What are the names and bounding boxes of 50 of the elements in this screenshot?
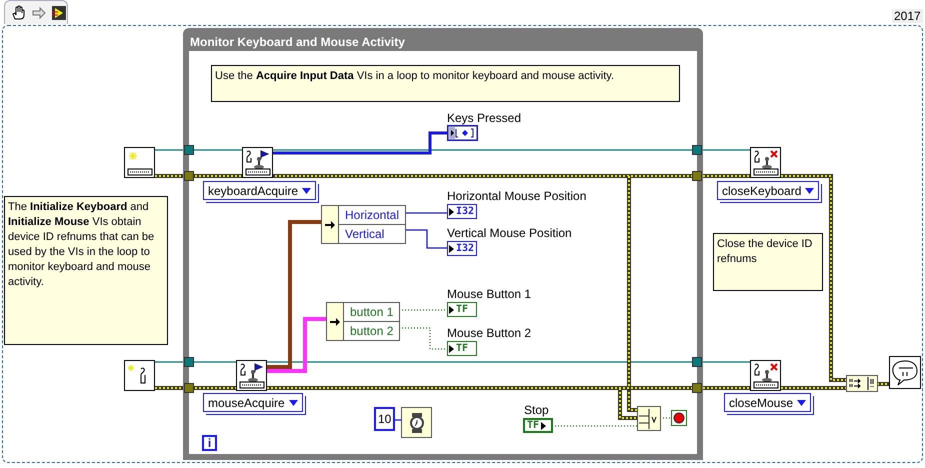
field-label: Horizontal [339,206,406,225]
arrow-icon[interactable] [31,4,47,20]
indicator-label: Vertical Mouse Position [447,226,572,240]
tunnel [692,145,702,155]
comment-note: Use the Acquire Input Data VIs in a loop to monitor keyboard and mouse activity. [211,65,680,102]
indicator-label: Mouse Button 2 [447,326,532,340]
caret-icon [805,188,814,194]
indicator-label: Mouse Button 1 [447,287,532,301]
tunnel [184,171,194,181]
tunnel [692,383,702,393]
field-label: button 1 [344,303,400,322]
iteration-terminal: i [202,435,217,451]
tunnel [184,357,194,367]
indicator-terminal: TF [447,341,477,356]
indicator-terminal: TF [447,302,477,317]
input-arrow-icon [449,344,454,352]
arrow-icon [325,220,335,228]
stop-control-terminal[interactable]: TF [523,418,553,433]
caret-icon [797,400,806,406]
comment-note: Close the device ID refnums [713,233,823,291]
hand-icon[interactable] [11,4,27,20]
arrow-icon [330,318,340,326]
selector-dropdown[interactable]: mouseAcquire [203,393,303,412]
numeric-constant[interactable]: 10 [374,407,396,431]
indicator-terminal: I32 [447,241,477,256]
input-arrow-icon [449,306,454,314]
output-arrow-icon [541,422,546,430]
caret-icon [302,188,312,194]
selector-dropdown[interactable]: closeKeyboard [717,181,820,200]
input-arrow-icon [449,244,454,252]
caret-icon [288,400,298,406]
tunnel [184,383,194,393]
field-label: button 2 [349,323,394,340]
array-indicator-icon [447,125,478,141]
indicator-terminal: I32 [447,204,477,219]
selector-dropdown[interactable]: keyboardAcquire [203,181,316,200]
loop-title: Monitor Keyboard and Mouse Activity [190,35,405,49]
comment-note: The Initialize Keyboard and Initialize Mouse VIs obtain device ID refnums that can be used by the VIs in the loop to monitor keyboard and mouse activity. [4,196,168,345]
field-label: Vertical [344,226,386,243]
probe-icon[interactable] [51,4,67,20]
stop-icon [671,410,687,426]
tunnel [184,145,194,155]
tunnel [692,171,702,181]
version-label: 2017 [892,9,923,23]
indicator-label: Keys Pressed [447,111,522,125]
indicator-label: Horizontal Mouse Position [447,189,586,203]
input-arrow-icon [449,208,454,216]
control-label: Stop [524,403,549,417]
selector-dropdown[interactable]: closeMouse [724,393,812,412]
tunnel [692,357,702,367]
